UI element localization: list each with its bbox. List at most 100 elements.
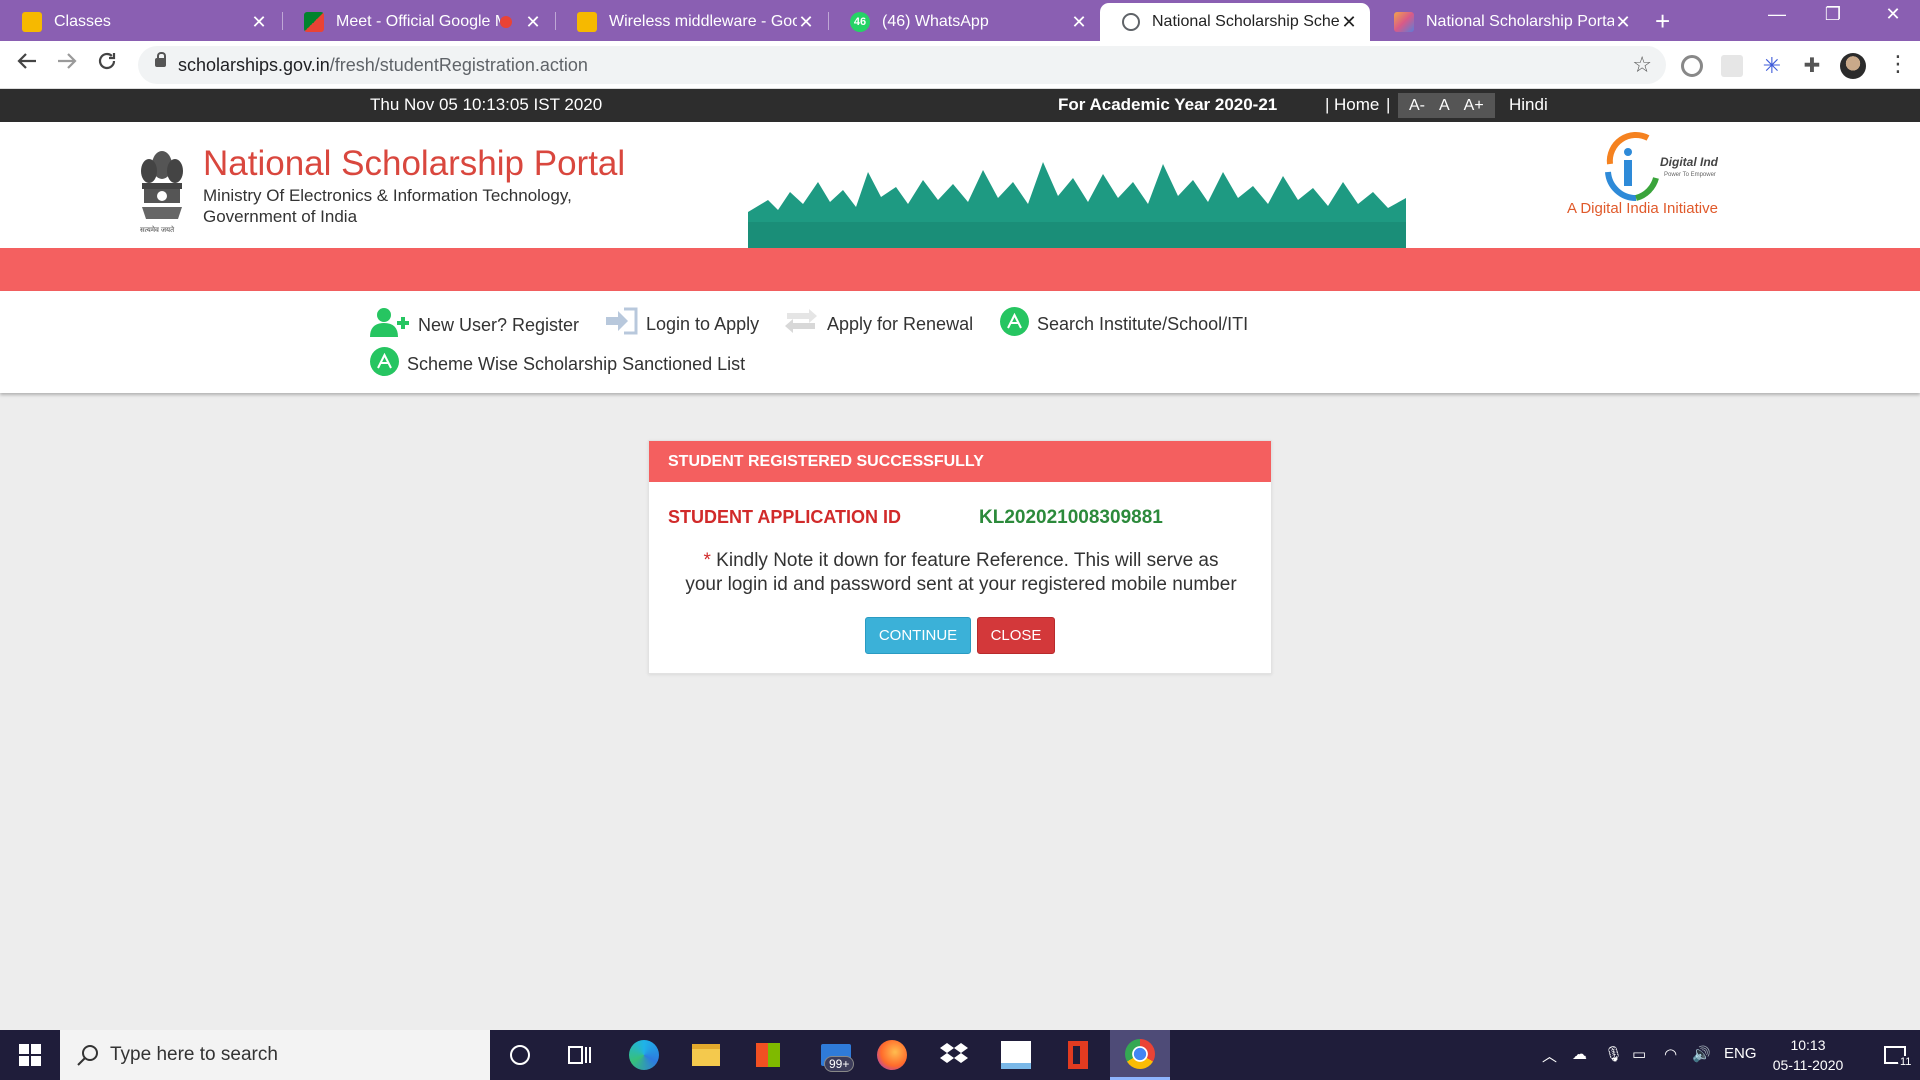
tab-title: National Scholarship Scheme [1152, 13, 1340, 30]
portal-icon [1394, 12, 1414, 32]
nav-search-institute[interactable]: Search Institute/School/ITI [1000, 307, 1248, 336]
ministry-line: Ministry Of Electronics & Information Te… [203, 186, 572, 205]
url-path: /fresh/studentRegistration.action [329, 55, 588, 75]
nav-apply-for-renewal[interactable]: Apply for Renewal [783, 307, 973, 335]
academic-year: For Academic Year 2020-21 [1058, 95, 1278, 114]
firefox-icon [877, 1040, 907, 1070]
site-header: सत्यमेव जयते National Scholarship Portal… [0, 122, 1920, 248]
nav-label: Search Institute/School/ITI [1037, 314, 1249, 334]
battery-icon[interactable]: ▭ [1632, 1045, 1646, 1063]
note-text: Kindly Note it down for feature Referenc… [716, 550, 1219, 571]
note-line: * Kindly Note it down for feature Refere… [649, 549, 1273, 573]
wifi-icon[interactable]: ◠ [1664, 1045, 1677, 1063]
continue-button[interactable]: CONTINUE [865, 617, 971, 654]
meet-icon [304, 12, 324, 32]
server-datetime: Thu Nov 05 10:13:05 IST 2020 [370, 95, 603, 114]
globe-icon [1122, 13, 1140, 31]
tab-national-scholarship-scheme[interactable]: National Scholarship Scheme ✕ [1100, 3, 1370, 41]
office-button[interactable] [1048, 1030, 1108, 1080]
nav-label: New User? Register [418, 314, 580, 335]
ministry-line: Government of India [203, 207, 358, 226]
extensions-puzzle-icon[interactable]: ✚ [1801, 55, 1823, 77]
store-icon [756, 1043, 780, 1067]
volume-icon[interactable]: 🔊 [1692, 1045, 1711, 1063]
amazon-icon [1001, 1041, 1031, 1069]
close-button[interactable]: CLOSE [977, 617, 1055, 654]
tab-national-scholarship-portal[interactable]: National Scholarship Portal ( ✕ [1372, 3, 1644, 41]
file-explorer-button[interactable] [676, 1030, 736, 1080]
font-normal-button[interactable]: A [1439, 97, 1450, 115]
url-text[interactable]: scholarships.gov.in/fresh/studentRegistr… [178, 55, 588, 76]
close-icon[interactable]: ✕ [1614, 12, 1632, 33]
edge-taskbar-button[interactable] [614, 1030, 674, 1080]
lock-icon [155, 52, 166, 67]
nav-login-to-apply[interactable]: Login to Apply [604, 307, 759, 335]
forward-button[interactable] [56, 50, 78, 78]
mail-button[interactable]: 99+ [806, 1030, 866, 1080]
store-button[interactable] [738, 1030, 798, 1080]
site-top-bar: Thu Nov 05 10:13:05 IST 2020 For Academi… [0, 89, 1920, 122]
browser-menu-icon[interactable]: ⋮ [1887, 51, 1909, 77]
bookmark-star-icon[interactable]: ☆ [1632, 52, 1652, 78]
close-icon[interactable]: ✕ [1070, 12, 1088, 33]
hindi-language-link[interactable]: Hindi [1509, 95, 1548, 115]
extension-icon[interactable] [1681, 55, 1703, 77]
close-icon[interactable]: ✕ [797, 12, 815, 33]
taskbar-search-box[interactable]: Type here to search [60, 1030, 490, 1080]
cortana-button[interactable] [490, 1030, 550, 1080]
arrow-left-icon [17, 53, 36, 69]
amazon-button[interactable] [986, 1030, 1046, 1080]
windows-logo-icon [19, 1044, 41, 1066]
close-icon[interactable]: ✕ [1340, 12, 1358, 33]
close-icon[interactable]: ✕ [250, 12, 268, 33]
task-view-button[interactable] [550, 1030, 610, 1080]
tab-classes[interactable]: Classes ✕ [0, 3, 280, 41]
clock-date: 05-11-2020 [1772, 1057, 1844, 1073]
action-center-button[interactable]: 11 [1870, 1030, 1920, 1080]
clock-time: 10:13 [1790, 1037, 1826, 1053]
microphone-icon[interactable]: 🎙 [1604, 1045, 1623, 1063]
dropbox-icon [940, 1043, 968, 1063]
chrome-taskbar-button[interactable] [1110, 1030, 1170, 1080]
dropbox-button[interactable] [924, 1030, 984, 1080]
back-button[interactable] [16, 50, 38, 78]
extension-icon[interactable]: ✳ [1761, 55, 1783, 77]
profile-avatar[interactable] [1840, 53, 1866, 79]
firefox-button[interactable] [862, 1030, 922, 1080]
divider: | [1325, 95, 1330, 114]
onedrive-cloud-icon[interactable]: ☁ [1572, 1045, 1587, 1063]
tab-slides[interactable]: Wireless middleware - Googl ✕ [555, 3, 827, 41]
home-link[interactable]: Home [1334, 95, 1379, 115]
ministry-name: Ministry Of Electronics & Information Te… [203, 185, 572, 227]
tab-title: Meet - Official Google M [336, 13, 500, 30]
tab-meet[interactable]: Meet - Official Google M ✕ [282, 3, 554, 41]
browser-tab-strip: Classes ✕ Meet - Official Google M ✕ Wir… [0, 0, 1920, 41]
font-increase-button[interactable]: A+ [1464, 97, 1484, 115]
font-decrease-button[interactable]: A- [1409, 97, 1425, 115]
close-icon[interactable]: ✕ [524, 12, 542, 33]
dialog-note: * Kindly Note it down for feature Refere… [649, 549, 1273, 597]
edge-icon [629, 1040, 659, 1070]
task-view-icon [568, 1046, 591, 1064]
reload-icon [98, 52, 116, 70]
new-tab-button[interactable]: + [1655, 6, 1670, 37]
system-clock[interactable]: 10:13 05-11-2020 [1760, 1035, 1856, 1075]
reload-button[interactable] [96, 50, 118, 78]
start-button[interactable] [0, 1030, 60, 1080]
extension-icon[interactable] [1721, 55, 1743, 77]
whatsapp-icon: 46 [850, 12, 870, 32]
nav-label: Scheme Wise Scholarship Sanctioned List [407, 354, 746, 374]
input-language[interactable]: ENG [1724, 1045, 1757, 1062]
tab-title: (46) WhatsApp [882, 13, 989, 30]
restore-button[interactable]: ❐ [1808, 4, 1858, 25]
minimize-button[interactable]: — [1752, 4, 1802, 25]
address-bar[interactable]: scholarships.gov.in/fresh/studentRegistr… [138, 46, 1666, 84]
application-id-label: STUDENT APPLICATION ID [668, 507, 901, 527]
nav-new-user-register[interactable]: New User? Register [370, 307, 579, 337]
close-window-button[interactable]: ✕ [1868, 4, 1918, 25]
nav-sanctioned-list[interactable]: Scheme Wise Scholarship Sanctioned List [370, 347, 745, 376]
tab-whatsapp[interactable]: 46 (46) WhatsApp ✕ [828, 3, 1100, 41]
tab-title: Wireless middleware - Googl [609, 13, 797, 30]
show-hidden-icons-chevron-icon[interactable]: ︿ [1542, 1045, 1557, 1066]
slides-icon [577, 12, 597, 32]
